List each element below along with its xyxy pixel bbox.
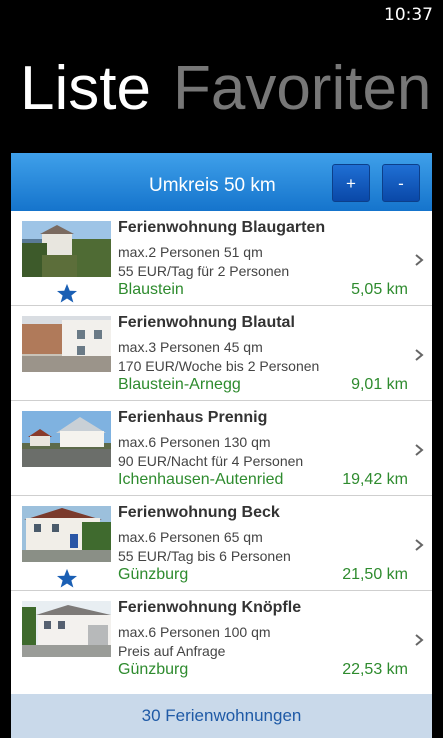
listing-capacity: max.6 Personen 100 qm	[118, 624, 271, 640]
listing-price: 170 EUR/Woche bis 2 Personen	[118, 358, 320, 374]
listing-capacity: max.3 Personen 45 qm	[118, 339, 263, 355]
listing-price: Preis auf Anfrage	[118, 643, 226, 659]
list-item[interactable]: Ferienwohnung Blautal max.3 Personen 45 …	[11, 306, 432, 401]
listing-photo	[22, 411, 111, 467]
chevron-right-icon	[415, 349, 424, 361]
pivot-item-favoriten[interactable]: Favoriten	[173, 54, 431, 123]
status-clock: 10:37	[384, 5, 433, 25]
listing-distance: 5,05 km	[351, 281, 408, 298]
listing-photo	[22, 221, 111, 277]
pivot-header: Liste Favoriten	[20, 52, 431, 126]
favorite-star-icon[interactable]	[56, 568, 78, 588]
listing-location: Günzburg	[118, 566, 189, 583]
listing-title: Ferienwohnung Beck	[118, 504, 280, 521]
listing-price: 55 EUR/Tag für 2 Personen	[118, 263, 290, 279]
list-item[interactable]: Ferienwohnung Blaugarten max.2 Personen …	[11, 211, 432, 306]
listing-distance: 19,42 km	[342, 471, 408, 488]
listing-photo	[22, 506, 111, 562]
radius-title: Umkreis 50 km	[149, 175, 276, 196]
listing-location: Blaustein	[118, 281, 184, 298]
decrease-radius-button[interactable]: -	[382, 164, 420, 202]
results-panel: Umkreis 50 km + - Ferienwohnung Blaugart…	[11, 153, 432, 738]
status-bar: 10:37	[0, 0, 443, 30]
favorite-star-icon[interactable]	[56, 283, 78, 303]
list-item[interactable]: Ferienwohnung Beck max.6 Personen 65 qm …	[11, 496, 432, 591]
listing-location: Blaustein-Arnegg	[118, 376, 241, 393]
listing-price: 90 EUR/Nacht für 4 Personen	[118, 453, 304, 469]
chevron-right-icon	[415, 539, 424, 551]
listing-distance: 9,01 km	[351, 376, 408, 393]
listing-distance: 21,50 km	[342, 566, 408, 583]
list-item[interactable]: Ferienwohnung Knöpfle max.6 Personen 100…	[11, 591, 432, 686]
listing-title: Ferienhaus Prennig	[118, 409, 268, 426]
listing-price: 55 EUR/Tag bis 6 Personen	[118, 548, 291, 564]
radius-header: Umkreis 50 km + -	[11, 153, 432, 211]
listing-distance: 22,53 km	[342, 661, 408, 678]
listing-title: Ferienwohnung Knöpfle	[118, 599, 302, 616]
chevron-right-icon	[415, 254, 424, 266]
chevron-right-icon	[415, 444, 424, 456]
chevron-right-icon	[415, 634, 424, 646]
listing-title: Ferienwohnung Blaugarten	[118, 219, 326, 236]
listing-photo	[22, 601, 111, 657]
listing-capacity: max.6 Personen 130 qm	[118, 434, 271, 450]
listing-capacity: max.6 Personen 65 qm	[118, 529, 263, 545]
listing-location: Ichenhausen-Autenried	[118, 471, 284, 488]
listing-title: Ferienwohnung Blautal	[118, 314, 295, 331]
increase-radius-button[interactable]: +	[332, 164, 370, 202]
results-count-footer[interactable]: 30 Ferienwohnungen	[11, 694, 432, 738]
list-item[interactable]: Ferienhaus Prennig max.6 Personen 130 qm…	[11, 401, 432, 496]
listing-photo	[22, 316, 111, 372]
pivot-item-liste[interactable]: Liste	[20, 54, 151, 123]
listing-capacity: max.2 Personen 51 qm	[118, 244, 263, 260]
listing-location: Günzburg	[118, 661, 189, 678]
